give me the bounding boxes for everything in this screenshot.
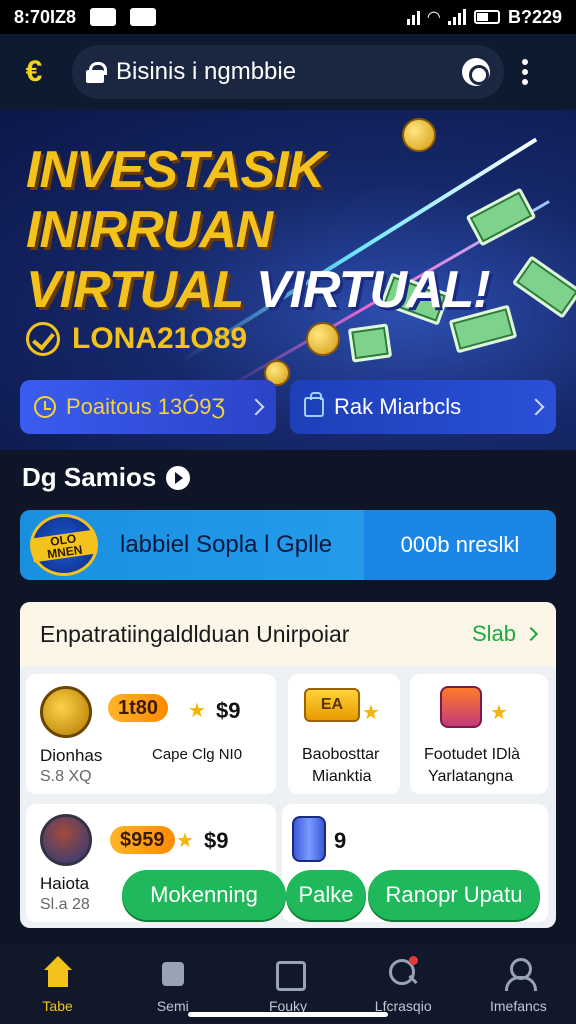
panel-header: Enpatratiingaldlduan Unirpoiar Slab	[20, 602, 556, 666]
promo-banner[interactable]: OLO MNEN labbiel Sopla l Gplle 000b nres…	[20, 510, 556, 580]
offer-card[interactable]: ★ Footudet IDlà Yarlatangna	[410, 674, 548, 794]
promo-action-button[interactable]: 000b nreslkl	[364, 510, 556, 580]
hero-avatar-icon	[40, 814, 92, 866]
play-arrow-icon[interactable]	[166, 465, 191, 490]
nav-item-home[interactable]: Tabe	[0, 944, 115, 1024]
headline-line-1: INVESTASIK INIRRUAN	[26, 141, 325, 259]
shopping-bag-icon	[304, 392, 324, 417]
notification-icon-2	[130, 8, 157, 26]
search-icon	[386, 956, 420, 990]
card-sub: Yarlatangna	[428, 768, 514, 785]
see-all-link[interactable]: Slab	[471, 621, 539, 647]
status-time-right: B?229	[507, 6, 562, 27]
card-label: Baobosttar	[302, 746, 380, 763]
markets-button-label: Rak Miarbcls	[334, 394, 462, 419]
star-icon: ★	[176, 830, 194, 852]
clock-icon	[34, 396, 56, 418]
battery-icon	[473, 10, 500, 24]
offers-panel: Enpatratiingaldlduan Unirpoiar Slab 1t80…	[20, 602, 556, 928]
euro-logo-icon[interactable]: €	[12, 50, 56, 94]
card-sub: Sl.a 28	[40, 896, 90, 913]
card-label: Footudet IDlà	[424, 746, 521, 763]
notification-icon	[90, 8, 117, 26]
nav-item-profile[interactable]: Imefancs	[461, 944, 576, 1024]
signal-icon	[406, 9, 420, 25]
browser-toolbar: € Bisinis i ngmbbie	[0, 34, 576, 110]
status-time: 8:70IZ8	[14, 6, 77, 27]
action-button-1[interactable]: Mokenning	[122, 870, 286, 920]
gesture-home-bar[interactable]	[188, 1012, 388, 1017]
portfolio-button-label: Poaitous 13Ó9Ʒ	[66, 394, 225, 419]
balance-display: LONA21O89	[26, 322, 247, 356]
home-icon	[41, 956, 75, 990]
panel-title: Enpatratiingaldlduan Unirpoiar	[40, 620, 350, 647]
lock-icon	[86, 62, 107, 83]
star-icon: ★	[188, 700, 206, 722]
price-tag-text: $959	[120, 829, 165, 851]
nav-label: Semi	[156, 998, 189, 1014]
action-button-2[interactable]: Palke	[286, 870, 366, 920]
url-text: Bisinis i ngmbbie	[116, 58, 297, 85]
star-icon: ★	[362, 702, 380, 724]
portfolio-button[interactable]: Poaitous 13Ó9Ʒ	[20, 380, 276, 434]
coin-icon	[306, 322, 340, 356]
wifi-icon: ◠	[427, 9, 440, 26]
card-amount: 9	[334, 828, 347, 853]
box-icon	[156, 956, 190, 990]
promo-text: labbiel Sopla l Gplle	[120, 531, 333, 558]
check-circle-icon	[26, 322, 60, 356]
status-bar: 8:70IZ8 ◠ B?229	[0, 0, 576, 34]
hero-banner: INVESTASIK INIRRUAN VIRTUAL VIRTUAL! LON…	[0, 110, 576, 450]
markets-button[interactable]: Rak Miarbcls	[290, 380, 556, 434]
address-bar[interactable]: Bisinis i ngmbbie	[72, 45, 504, 99]
chevron-right-icon	[523, 626, 539, 642]
chevron-right-icon	[247, 398, 265, 416]
action-button-3[interactable]: Ranopr Upatu	[368, 870, 540, 920]
ticket-icon: EA	[304, 688, 360, 722]
offer-card[interactable]: EA ★ Baobosttar Mianktia	[288, 674, 400, 794]
card-label: Haiota	[40, 874, 90, 893]
chevron-right-icon	[527, 398, 545, 416]
star-icon: ★	[490, 702, 508, 724]
signal-icon-2	[447, 9, 466, 25]
section-header[interactable]: Dg Samios	[22, 462, 191, 493]
price-tag: $959	[110, 826, 175, 854]
section-title: Dg Samios	[22, 462, 157, 492]
gift-box-icon	[440, 686, 482, 728]
headline-line-2b: VIRTUAL!	[255, 261, 491, 319]
ticket-text: EA	[320, 696, 344, 713]
price-tag-text: 1t80	[118, 697, 159, 719]
see-all-label: Slab	[471, 621, 516, 646]
main-content: Dg Samios OLO MNEN labbiel Sopla l Gplle…	[0, 450, 576, 944]
headline-line-2a: VIRTUAL	[26, 261, 243, 319]
price-tag: 1t80	[108, 694, 169, 722]
promo-badge-icon: OLO MNEN	[20, 510, 104, 580]
menu-kebab-icon[interactable]	[522, 59, 528, 85]
gold-coin-avatar-icon	[40, 686, 92, 738]
balance-value: LONA21O89	[72, 322, 248, 355]
card-sub: Mianktia	[312, 768, 372, 785]
reload-icon[interactable]	[462, 58, 490, 86]
card-amount: $9	[204, 828, 229, 853]
notification-dot	[409, 956, 419, 965]
card-amount: $9	[216, 698, 241, 723]
card-label-2: Cape Clg NI0	[152, 746, 243, 763]
card-label: Dionhas	[40, 746, 103, 765]
card-sub: S.8 XQ	[40, 768, 92, 785]
hero-headline: INVESTASIK INIRRUAN VIRTUAL VIRTUAL!	[26, 140, 546, 320]
document-icon	[271, 956, 306, 991]
money-bill-icon	[347, 323, 393, 363]
nav-label: Tabe	[42, 998, 73, 1014]
offer-card[interactable]: 1t80 ★ $9 Dionhas Cape Clg NI0 S.8 XQ	[26, 674, 276, 794]
user-icon	[501, 956, 538, 991]
nav-label: Imefancs	[490, 998, 547, 1014]
jar-icon	[292, 816, 326, 862]
